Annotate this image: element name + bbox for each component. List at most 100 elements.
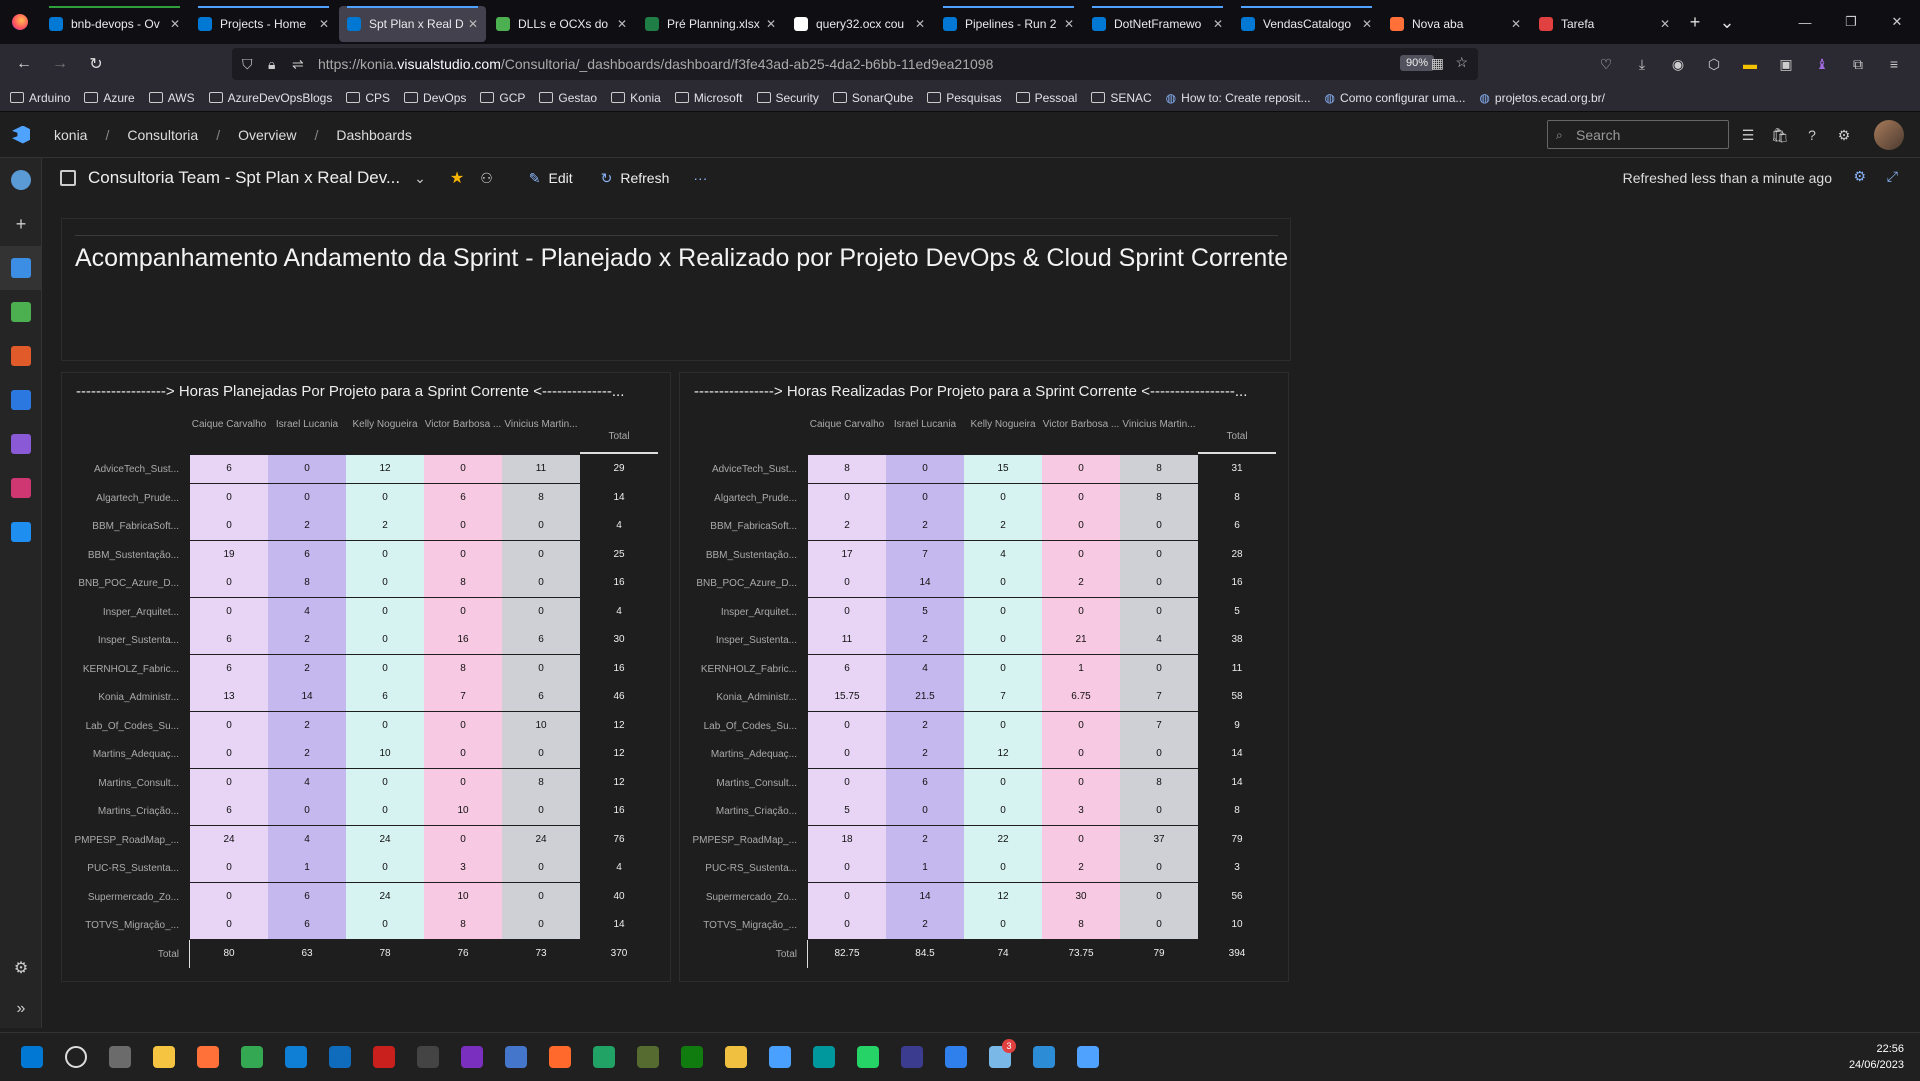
- table-cell[interactable]: 14: [268, 683, 346, 711]
- browser-tab[interactable]: query32.ocx cou ✕: [786, 6, 933, 42]
- table-cell[interactable]: 8: [1120, 768, 1198, 797]
- taskbar-app-icon[interactable]: [758, 1033, 802, 1081]
- table-cell[interactable]: 6: [502, 626, 580, 654]
- table-cell[interactable]: 2: [346, 512, 424, 540]
- table-cell[interactable]: 0: [424, 740, 502, 768]
- table-cell[interactable]: 0: [1120, 797, 1198, 825]
- table-cell[interactable]: 0: [424, 825, 502, 854]
- table-cell[interactable]: 2: [886, 626, 964, 654]
- table-cell[interactable]: 5: [886, 597, 964, 626]
- table-cell[interactable]: 14: [886, 569, 964, 597]
- table-cell[interactable]: 2: [886, 740, 964, 768]
- table-cell[interactable]: 0: [502, 797, 580, 825]
- table-cell[interactable]: 0: [190, 882, 268, 911]
- table-cell[interactable]: 0: [346, 711, 424, 740]
- table-cell[interactable]: 7: [964, 683, 1042, 711]
- pocket-icon[interactable]: ♡: [1588, 48, 1624, 80]
- azure-devops-logo-icon[interactable]: [0, 125, 42, 144]
- column-header[interactable]: Victor Barbosa ...: [1042, 419, 1120, 431]
- table-cell[interactable]: 0: [1042, 455, 1120, 483]
- row-label[interactable]: AdviceTech_Sust...: [680, 464, 797, 475]
- close-tab-icon[interactable]: ✕: [766, 17, 776, 31]
- table-cell[interactable]: 0: [964, 854, 1042, 882]
- table-cell[interactable]: 2: [886, 711, 964, 740]
- row-label[interactable]: Martins_Adequaç...: [62, 749, 179, 760]
- table-cell[interactable]: 10: [424, 882, 502, 911]
- taskbar-app-icon[interactable]: [714, 1033, 758, 1081]
- table-cell[interactable]: 0: [1042, 512, 1120, 540]
- table-cell[interactable]: 0: [1042, 825, 1120, 854]
- row-label[interactable]: TOTVS_Migração_...: [62, 920, 179, 931]
- table-cell[interactable]: 0: [424, 597, 502, 626]
- breadcrumb-project[interactable]: Consultoria: [127, 127, 198, 143]
- close-tab-icon[interactable]: ✕: [1660, 17, 1670, 31]
- column-header[interactable]: Kelly Nogueira: [964, 419, 1042, 431]
- close-window-icon[interactable]: ✕: [1874, 0, 1920, 44]
- bookmark-folder[interactable]: Azure: [84, 91, 135, 105]
- table-cell[interactable]: 2: [268, 512, 346, 540]
- nav-pipelines-icon[interactable]: [0, 378, 42, 422]
- bookmark-link[interactable]: ◍ How to: Create reposit...: [1166, 91, 1311, 105]
- table-cell[interactable]: 10: [424, 797, 502, 825]
- table-cell[interactable]: 0: [190, 569, 268, 597]
- bookmark-folder[interactable]: AWS: [148, 91, 195, 105]
- table-cell[interactable]: 10: [502, 711, 580, 740]
- bookmark-folder[interactable]: Gestao: [539, 91, 597, 105]
- taskbar-app-icon[interactable]: [1022, 1033, 1066, 1081]
- table-cell[interactable]: 8: [1120, 483, 1198, 512]
- table-cell[interactable]: 12: [346, 455, 424, 483]
- table-cell[interactable]: 7: [886, 540, 964, 569]
- row-label[interactable]: KERNHOLZ_Fabric...: [680, 664, 797, 675]
- table-cell[interactable]: 0: [190, 911, 268, 939]
- downloads-icon[interactable]: ⤓: [1624, 48, 1660, 80]
- close-tab-icon[interactable]: ✕: [1362, 17, 1372, 31]
- close-tab-icon[interactable]: ✕: [1064, 17, 1074, 31]
- table-cell[interactable]: 0: [808, 911, 886, 939]
- bookmark-folder[interactable]: SonarQube: [832, 91, 913, 105]
- table-cell[interactable]: 24: [346, 825, 424, 854]
- table-cell[interactable]: 0: [190, 768, 268, 797]
- list-tabs-icon[interactable]: ⌄: [1711, 12, 1743, 33]
- table-cell[interactable]: 4: [268, 825, 346, 854]
- table-cell[interactable]: 0: [502, 740, 580, 768]
- zoom-indicator[interactable]: 90%: [1399, 55, 1434, 71]
- table-cell[interactable]: 5: [808, 797, 886, 825]
- table-cell[interactable]: 6: [190, 626, 268, 654]
- table-cell[interactable]: 4: [268, 597, 346, 626]
- minimize-icon[interactable]: —: [1782, 0, 1828, 44]
- row-label[interactable]: BBM_Sustentação...: [62, 550, 179, 561]
- browser-tab[interactable]: Projects - Home ✕: [190, 6, 337, 42]
- row-label[interactable]: Algartech_Prude...: [62, 493, 179, 504]
- table-cell[interactable]: 0: [808, 711, 886, 740]
- table-cell[interactable]: 8: [502, 768, 580, 797]
- user-settings-icon[interactable]: ⚙: [1828, 120, 1860, 150]
- browser-tab[interactable]: Tarefa ✕: [1531, 6, 1678, 42]
- table-cell[interactable]: 2: [886, 825, 964, 854]
- table-cell[interactable]: 0: [964, 911, 1042, 939]
- table-cell[interactable]: 0: [1120, 569, 1198, 597]
- table-cell[interactable]: 0: [346, 569, 424, 597]
- table-cell[interactable]: 0: [502, 597, 580, 626]
- table-cell[interactable]: 24: [190, 825, 268, 854]
- table-cell[interactable]: 0: [808, 768, 886, 797]
- row-label[interactable]: AdviceTech_Sust...: [62, 464, 179, 475]
- table-cell[interactable]: 2: [808, 512, 886, 540]
- table-cell[interactable]: 0: [964, 569, 1042, 597]
- table-cell[interactable]: 0: [964, 654, 1042, 683]
- table-cell[interactable]: 0: [190, 597, 268, 626]
- bookmark-link[interactable]: ◍ Como configurar uma...: [1325, 91, 1466, 105]
- table-cell[interactable]: 0: [190, 483, 268, 512]
- close-tab-icon[interactable]: ✕: [468, 17, 478, 31]
- table-cell[interactable]: 2: [964, 512, 1042, 540]
- row-label[interactable]: Supermercado_Zo...: [680, 892, 797, 903]
- row-label[interactable]: Supermercado_Zo...: [62, 892, 179, 903]
- table-cell[interactable]: 11: [502, 455, 580, 483]
- table-cell[interactable]: 4: [1120, 626, 1198, 654]
- column-header[interactable]: Kelly Nogueira: [346, 419, 424, 431]
- bookmark-folder[interactable]: Security: [756, 91, 819, 105]
- close-tab-icon[interactable]: ✕: [617, 17, 627, 31]
- table-cell[interactable]: 0: [1042, 740, 1120, 768]
- taskbar-app-icon[interactable]: [406, 1033, 450, 1081]
- row-label[interactable]: Martins_Consult...: [680, 778, 797, 789]
- row-label[interactable]: Insper_Arquitet...: [680, 607, 797, 618]
